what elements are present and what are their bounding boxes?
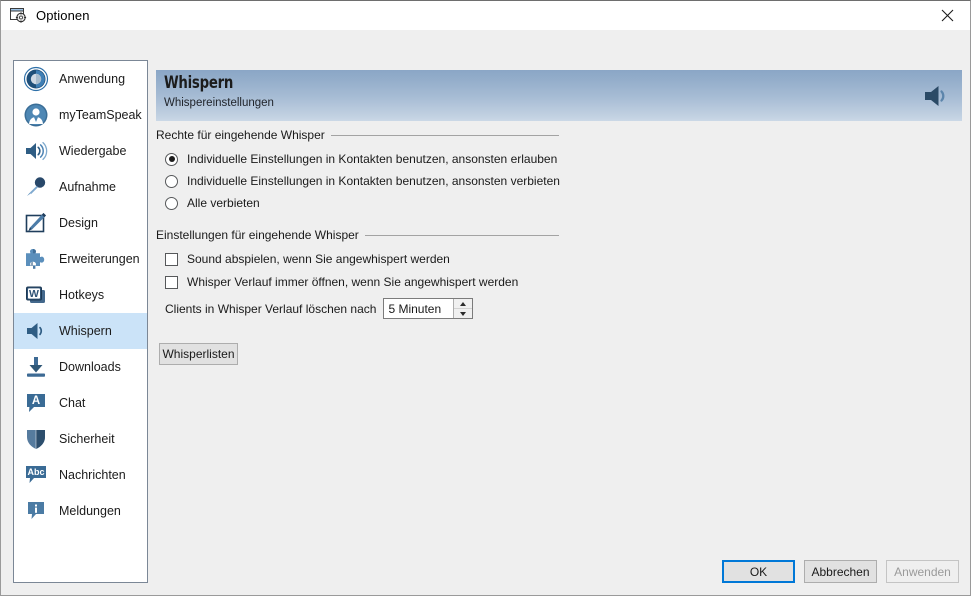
chat-bubble-icon: A [22,389,50,417]
title-bar: Optionen [1,1,970,30]
application-icon [22,65,50,93]
sidebar-item-downloads[interactable]: Downloads [14,349,147,385]
spinner-up-icon[interactable] [454,299,472,308]
sidebar-item-label: Nachrichten [59,468,126,482]
download-icon [22,353,50,381]
sidebar-item-label: Anwendung [59,72,126,86]
sidebar-item-aufnahme[interactable]: Aufnahme [14,169,147,205]
svg-text:A: A [32,395,40,407]
radio-deny-except[interactable]: Individuelle Einstellungen in Kontakten … [165,174,560,188]
group-separator [364,234,559,236]
sidebar-item-label: Aufnahme [59,180,116,194]
close-icon[interactable] [925,1,970,30]
checkbox-open-history[interactable]: Whisper Verlauf immer öffnen, wenn Sie a… [165,275,518,289]
sidebar-item-anwendung[interactable]: Anwendung [14,61,147,97]
radio-label: Individuelle Einstellungen in Kontakten … [187,152,558,166]
group-header-rights: Rechte für eingehende Whisper [156,128,559,142]
whisperlists-button[interactable]: Whisperlisten [159,343,238,365]
microphone-icon [22,173,50,201]
sidebar-item-meldungen[interactable]: Meldungen [14,493,147,529]
abc-message-icon: Abc [22,461,50,489]
sidebar-item-label: Design [59,216,98,230]
sidebar-item-design[interactable]: Design [14,205,147,241]
sidebar-item-label: Erweiterungen [59,252,140,266]
panel-banner: Whispern Whispereinstellungen [156,70,962,121]
sidebar-item-label: Meldungen [59,504,121,518]
radio-indicator [165,174,178,188]
dialog-body: Anwendung myTeamSpeak Wiedergabe Aufnahm… [1,30,970,595]
sidebar-item-label: Hotkeys [59,288,105,302]
clear-history-after-row: Clients in Whisper Verlauf löschen nach … [165,298,474,319]
window-title: Optionen [36,8,90,23]
radio-deny-all[interactable]: Alle verbieten [165,196,260,210]
user-account-icon [22,101,50,129]
checkbox-indicator [165,252,178,266]
sidebar-item-label: Chat [59,396,86,410]
sidebar-item-label: myTeamSpeak [59,108,142,122]
svg-text:W: W [29,288,39,300]
group-separator [330,134,559,136]
sidebar-item-label: Wiedergabe [59,144,127,158]
radio-label: Individuelle Einstellungen in Kontakten … [187,174,560,188]
sidebar-item-myteamspeak[interactable]: myTeamSpeak [14,97,147,133]
puzzle-icon [22,245,50,273]
info-icon [22,497,50,525]
spinner-buttons [453,299,473,318]
sidebar-item-label: Whispern [59,324,112,338]
radio-allow-except[interactable]: Individuelle Einstellungen in Kontakten … [165,152,557,166]
whisper-icon [22,317,50,345]
settings-sidebar[interactable]: Anwendung myTeamSpeak Wiedergabe Aufnahm… [13,60,148,583]
spinner-down-icon[interactable] [454,308,473,318]
sidebar-item-chat[interactable]: A Chat [14,385,147,421]
spinner-label: Clients in Whisper Verlauf löschen nach [165,301,377,316]
sidebar-item-label: Sicherheit [59,432,115,446]
hotkeys-key-icon: W [22,281,50,309]
radio-indicator [165,196,178,210]
ok-button[interactable]: OK [722,560,795,583]
checkbox-indicator [165,275,178,289]
speaker-icon [920,80,952,112]
radio-label: Alle verbieten [187,196,260,210]
clear-history-spinner[interactable]: 5 Minuten [383,298,474,319]
checkbox-label: Sound abspielen, wenn Sie angewhispert w… [187,252,450,266]
checkbox-label: Whisper Verlauf immer öffnen, wenn Sie a… [187,275,519,289]
cancel-button[interactable]: Abbrechen [804,560,877,583]
radio-indicator [165,152,178,166]
page-title: Whispern [164,73,234,93]
sidebar-item-erweiterungen[interactable]: Erweiterungen [14,241,147,277]
page-subtitle: Whispereinstellungen [164,97,274,109]
design-pencil-icon [22,209,50,237]
dialog-footer: OK Abbrechen Anwenden [722,560,959,583]
sidebar-item-label: Downloads [59,360,121,374]
sidebar-item-whispern[interactable]: Whispern [14,313,147,349]
group-title: Einstellungen für eingehende Whisper [156,228,359,242]
spinner-value[interactable]: 5 Minuten [384,299,453,318]
shield-icon [22,425,50,453]
checkbox-play-sound[interactable]: Sound abspielen, wenn Sie angewhispert w… [165,252,450,266]
apply-button: Anwenden [886,560,959,583]
playback-icon [22,137,50,165]
svg-text:Abc: Abc [27,467,44,477]
sidebar-item-sicherheit[interactable]: Sicherheit [14,421,147,457]
group-header-settings: Einstellungen für eingehende Whisper [156,228,559,242]
options-window-icon [10,7,28,24]
sidebar-item-nachrichten[interactable]: Abc Nachrichten [14,457,147,493]
sidebar-item-wiedergabe[interactable]: Wiedergabe [14,133,147,169]
group-title: Rechte für eingehende Whisper [156,128,325,142]
sidebar-item-hotkeys[interactable]: W Hotkeys [14,277,147,313]
options-dialog: Optionen Anwendung myTeamSpeak Wiedergab… [0,0,971,596]
